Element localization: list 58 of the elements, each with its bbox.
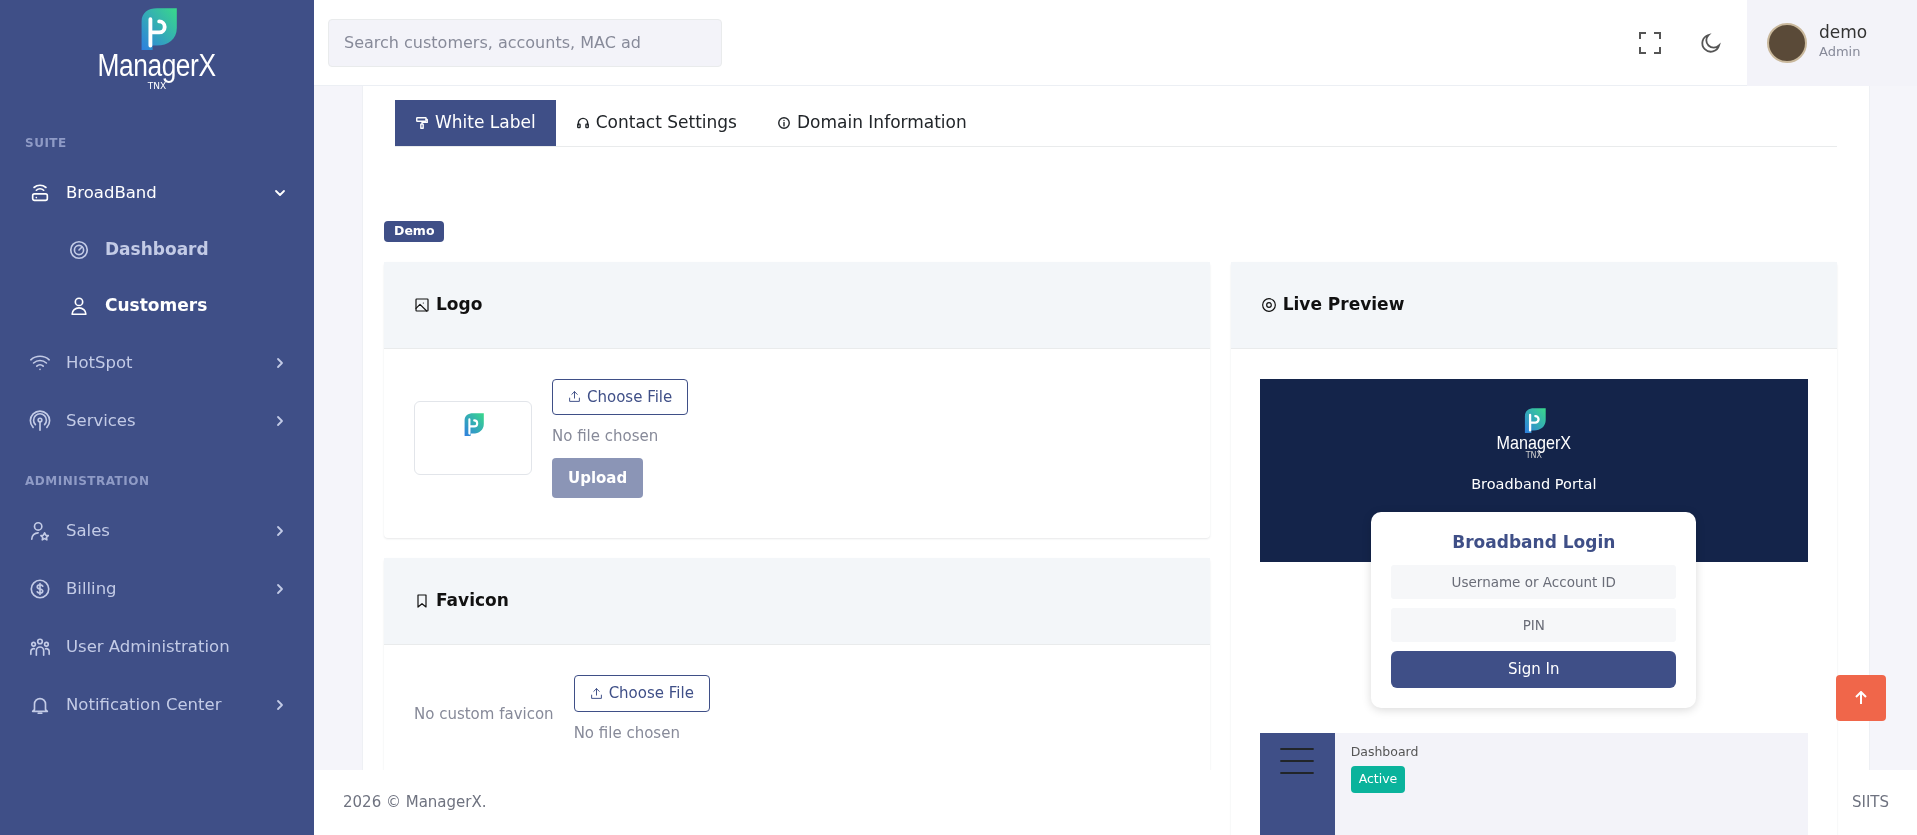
username-field[interactable]: Username or Account ID	[1391, 565, 1677, 599]
users-icon	[29, 636, 51, 658]
file-status-text: No file chosen	[552, 426, 660, 447]
demo-badge: Demo	[384, 221, 445, 242]
section-heading: SUITE	[24, 135, 68, 152]
file-status-text: No file chosen	[573, 722, 681, 744]
choose-file-button[interactable]: Choose File	[573, 675, 710, 712]
gauge-icon	[68, 239, 90, 261]
copyright-text: 2026 © ManagerX.	[343, 792, 487, 814]
image-icon	[414, 296, 430, 313]
user-role: Admin	[1819, 43, 1862, 62]
fullscreen-icon[interactable]	[1639, 31, 1661, 54]
sidebar-item[interactable]: Sales	[0, 502, 314, 560]
sign-in-button[interactable]: Sign In	[1391, 651, 1677, 688]
section-heading: ADMINISTRATION	[24, 473, 151, 490]
sidebar-subitem[interactable]: Customers	[0, 278, 314, 334]
tab[interactable]: Domain Information	[757, 100, 987, 146]
headset-icon	[575, 116, 590, 130]
sidebar-subitem[interactable]: Dashboard	[0, 222, 314, 278]
card-title: Favicon	[436, 589, 509, 613]
search-field[interactable]: Search customers, accounts, MAC ad	[328, 18, 722, 67]
dollar-icon	[29, 578, 51, 600]
bookmark-icon	[414, 593, 430, 609]
sidebar-item[interactable]: Billing	[0, 560, 314, 618]
dashboard-label: Dashboard	[1350, 743, 1419, 761]
brand-name: ManagerX	[97, 50, 217, 81]
arrow-up-icon	[1855, 691, 1867, 705]
tab[interactable]: Contact Settings	[555, 100, 757, 146]
choose-file-button[interactable]: Choose File	[552, 378, 689, 415]
credit-text: SIITS	[1851, 792, 1889, 814]
upload-icon	[589, 686, 603, 700]
pin-field[interactable]: PIN	[1391, 608, 1677, 642]
scroll-top-button[interactable]	[1836, 675, 1886, 721]
user-icon	[68, 295, 90, 317]
status-badge: Active	[1350, 765, 1406, 793]
paint-roller-icon	[415, 116, 429, 130]
portal-title: Broadband Portal	[1471, 475, 1597, 495]
sidebar-item[interactable]: Notification Center	[0, 676, 314, 734]
antenna-icon	[29, 410, 51, 432]
upload-icon	[568, 390, 581, 404]
info-icon	[777, 116, 791, 130]
eye-icon	[1260, 296, 1277, 313]
user-star-icon	[29, 520, 51, 542]
portal-brand-name: ManagerX	[1496, 432, 1572, 452]
sidebar-item[interactable]: HotSpot	[0, 334, 314, 392]
moon-icon[interactable]	[1699, 30, 1723, 55]
login-title: Broadband Login	[1451, 530, 1617, 554]
no-favicon-text: No custom favicon	[414, 704, 554, 726]
avatar[interactable]	[1767, 22, 1807, 63]
user-name: demo	[1819, 23, 1868, 43]
sidebar-item[interactable]: Services	[0, 392, 314, 450]
card-title: Live Preview	[1282, 292, 1405, 316]
tab[interactable]: White Label	[395, 100, 556, 146]
router-icon	[29, 182, 51, 204]
sidebar-item[interactable]: BroadBand	[0, 164, 314, 222]
sidebar-item[interactable]: User Administration	[0, 618, 314, 676]
card-title: Logo	[436, 292, 483, 316]
portal-brand-tagline: TNX	[1525, 451, 1542, 461]
